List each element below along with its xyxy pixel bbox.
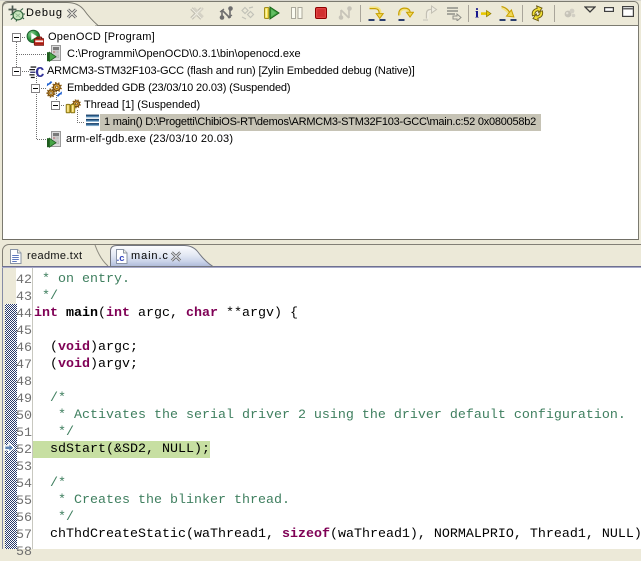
svg-text:C: C <box>35 65 44 80</box>
svg-text:i: i <box>475 7 479 22</box>
svg-text:.c: .c <box>117 253 125 264</box>
